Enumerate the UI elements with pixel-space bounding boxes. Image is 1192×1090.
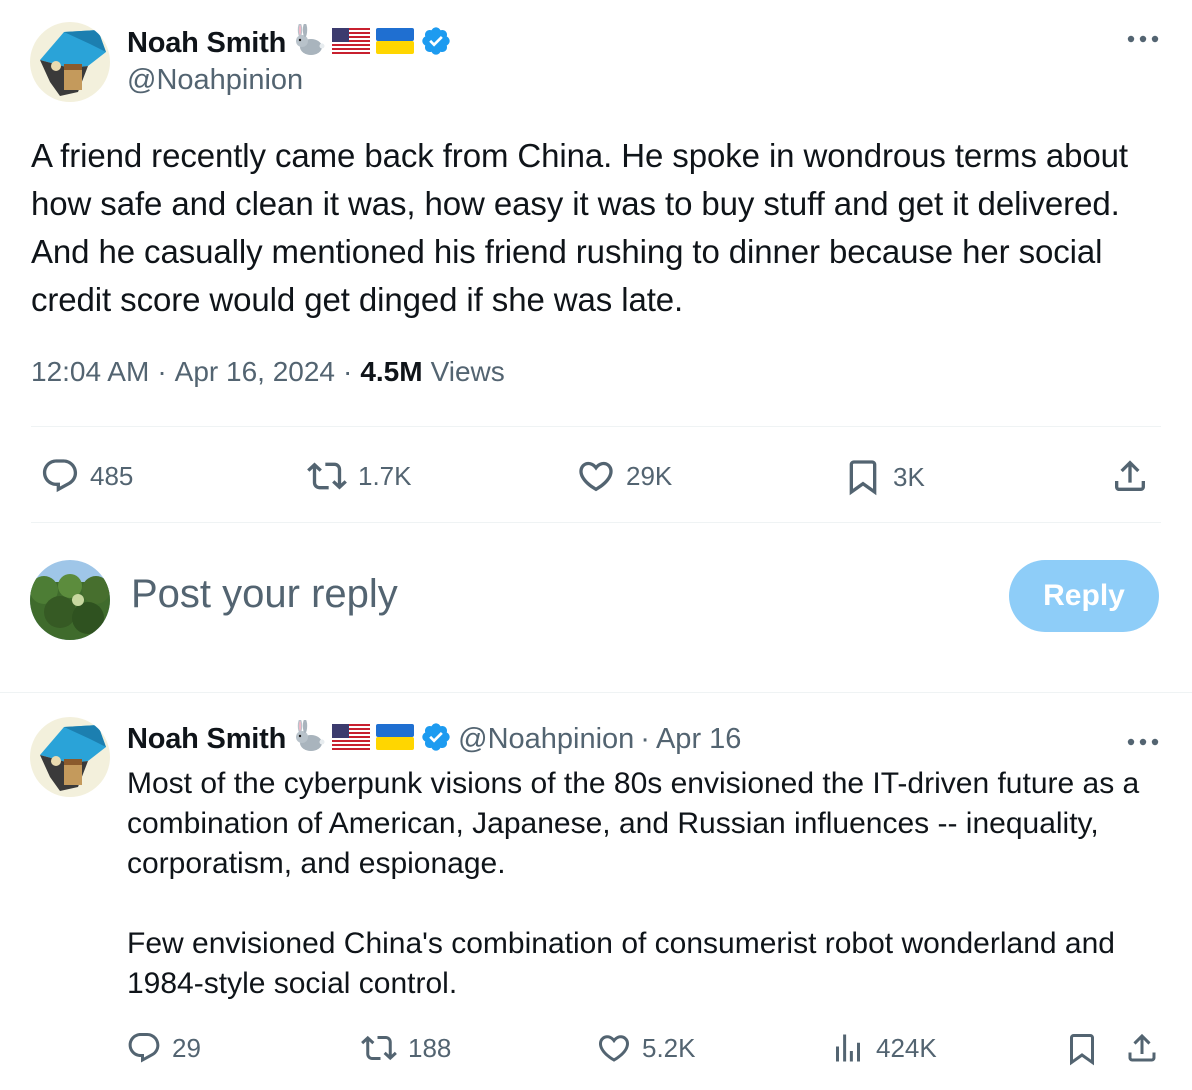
share-icon	[1110, 456, 1150, 496]
views-count: 424K	[876, 1032, 937, 1063]
reply-meta-separator: ·	[640, 723, 650, 755]
reply-icon	[126, 1030, 162, 1066]
repost-count: 188	[408, 1032, 452, 1063]
views-label: Views	[430, 356, 505, 387]
tweet-text: A friend recently came back from China. …	[31, 137, 1128, 318]
meta-separator: ·	[157, 356, 167, 387]
meta-separator-2: ·	[342, 356, 353, 387]
repost-action[interactable]: 1.7K	[306, 456, 412, 496]
tweet-time[interactable]: 12:04 AM	[31, 356, 149, 388]
author-avatar[interactable]	[30, 22, 110, 102]
reply-action[interactable]: 485	[40, 456, 133, 496]
reply-count: 485	[90, 460, 134, 491]
bookmark-action[interactable]	[1064, 1030, 1100, 1068]
share-action[interactable]	[1110, 456, 1150, 496]
bookmark-icon	[1064, 1030, 1100, 1068]
like-count: 5.2K	[642, 1032, 696, 1063]
reply-tweet-text: Most of the cyberpunk visions of the 80s…	[127, 764, 1167, 1004]
bookmark-icon	[843, 456, 883, 498]
divider	[0, 692, 1192, 693]
user-avatar[interactable]	[30, 560, 110, 640]
like-action[interactable]: 5.2K	[596, 1030, 696, 1066]
rabbit-icon	[292, 719, 326, 759]
ukraine-flag-icon	[376, 28, 415, 59]
reply-count: 29	[172, 1032, 201, 1063]
like-count: 29K	[626, 460, 673, 491]
repost-icon	[360, 1030, 398, 1066]
reply-author-name[interactable]: Noah Smith	[127, 723, 286, 756]
tweet-metadata: 12:04 AM · Apr 16, 2024 · 4.5M Views	[31, 356, 505, 388]
verified-badge-icon[interactable]	[420, 25, 452, 62]
share-action[interactable]	[1124, 1030, 1160, 1066]
us-flag-icon	[332, 28, 371, 59]
repost-action[interactable]: 188	[360, 1030, 451, 1066]
reply-author-avatar[interactable]	[30, 717, 110, 797]
verified-badge-icon[interactable]	[420, 721, 452, 758]
reply-paragraph: Few envisioned China's combination of co…	[127, 927, 1115, 1000]
analytics-icon	[830, 1030, 866, 1066]
views-action[interactable]: 424K	[830, 1030, 937, 1066]
author-handle[interactable]: @Noahpinion	[127, 64, 303, 97]
views-count[interactable]: 4.5M	[360, 356, 422, 388]
rabbit-icon	[292, 23, 326, 63]
bookmark-action[interactable]: 3K	[843, 456, 925, 498]
reply-paragraph: Most of the cyberpunk visions of the 80s…	[127, 767, 1140, 880]
divider	[31, 426, 1161, 427]
heart-icon	[596, 1030, 632, 1066]
share-icon	[1124, 1030, 1160, 1066]
heart-icon	[576, 456, 616, 496]
ukraine-flag-icon	[376, 724, 415, 755]
tweet-date[interactable]: Apr 16, 2024	[175, 356, 335, 388]
repost-count: 1.7K	[358, 460, 412, 491]
like-action[interactable]: 29K	[576, 456, 672, 496]
more-dots-icon[interactable]	[1126, 30, 1160, 44]
reply-author-handle[interactable]: @Noahpinion	[458, 723, 634, 756]
reply-input[interactable]: Post your reply	[131, 572, 398, 617]
repost-icon	[306, 456, 348, 496]
reply-icon	[40, 456, 80, 496]
divider	[31, 522, 1161, 523]
reply-submit-button[interactable]: Reply	[1009, 560, 1159, 632]
author-name[interactable]: Noah Smith	[127, 27, 286, 60]
us-flag-icon	[332, 724, 371, 755]
bookmark-count: 3K	[893, 461, 925, 492]
more-dots-icon[interactable]	[1126, 733, 1160, 747]
reply-action[interactable]: 29	[126, 1030, 201, 1066]
reply-date[interactable]: Apr 16	[656, 723, 741, 756]
